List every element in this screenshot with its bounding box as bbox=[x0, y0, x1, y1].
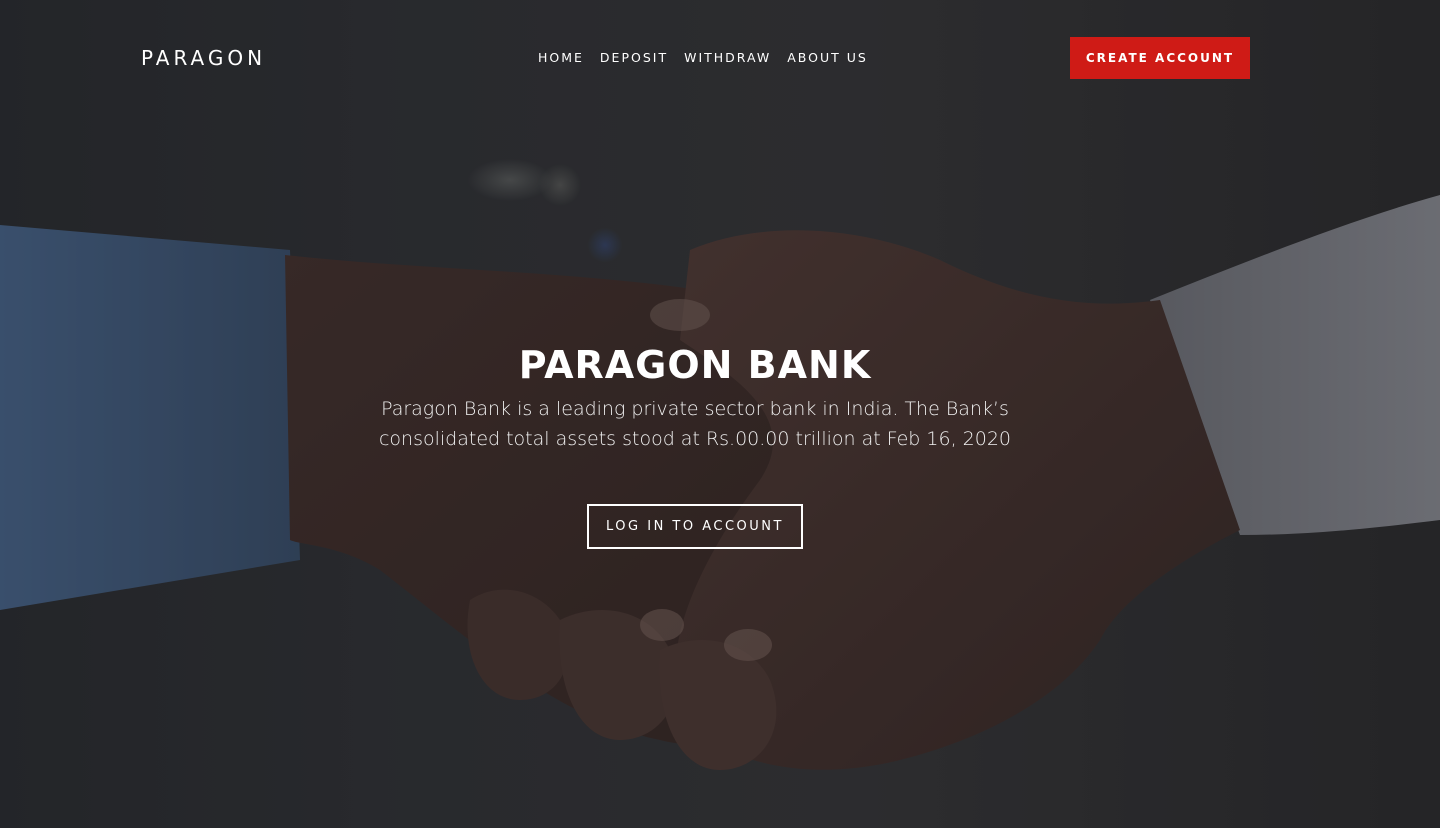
hero-section: PARAGON HOME DEPOSIT WITHDRAW ABOUT US C… bbox=[0, 0, 1440, 828]
hero-content: PARAGON BANK Paragon Bank is a leading p… bbox=[0, 338, 1390, 454]
login-to-account-button[interactable]: LOG IN TO ACCOUNT bbox=[587, 504, 803, 549]
nav-item-home[interactable]: HOME bbox=[530, 50, 592, 65]
nav-item-about-us[interactable]: ABOUT US bbox=[779, 50, 876, 65]
brand-logo[interactable]: PARAGON bbox=[141, 46, 266, 70]
nav-item-deposit[interactable]: DEPOSIT bbox=[592, 50, 676, 65]
nav-item-withdraw[interactable]: WITHDRAW bbox=[676, 50, 779, 65]
main-nav: HOME DEPOSIT WITHDRAW ABOUT US bbox=[530, 50, 876, 65]
hero-description: Paragon Bank is a leading private sector… bbox=[378, 398, 1012, 450]
page-title: PARAGON BANK bbox=[518, 343, 872, 387]
create-account-button[interactable]: CREATE ACCOUNT bbox=[1070, 37, 1250, 79]
